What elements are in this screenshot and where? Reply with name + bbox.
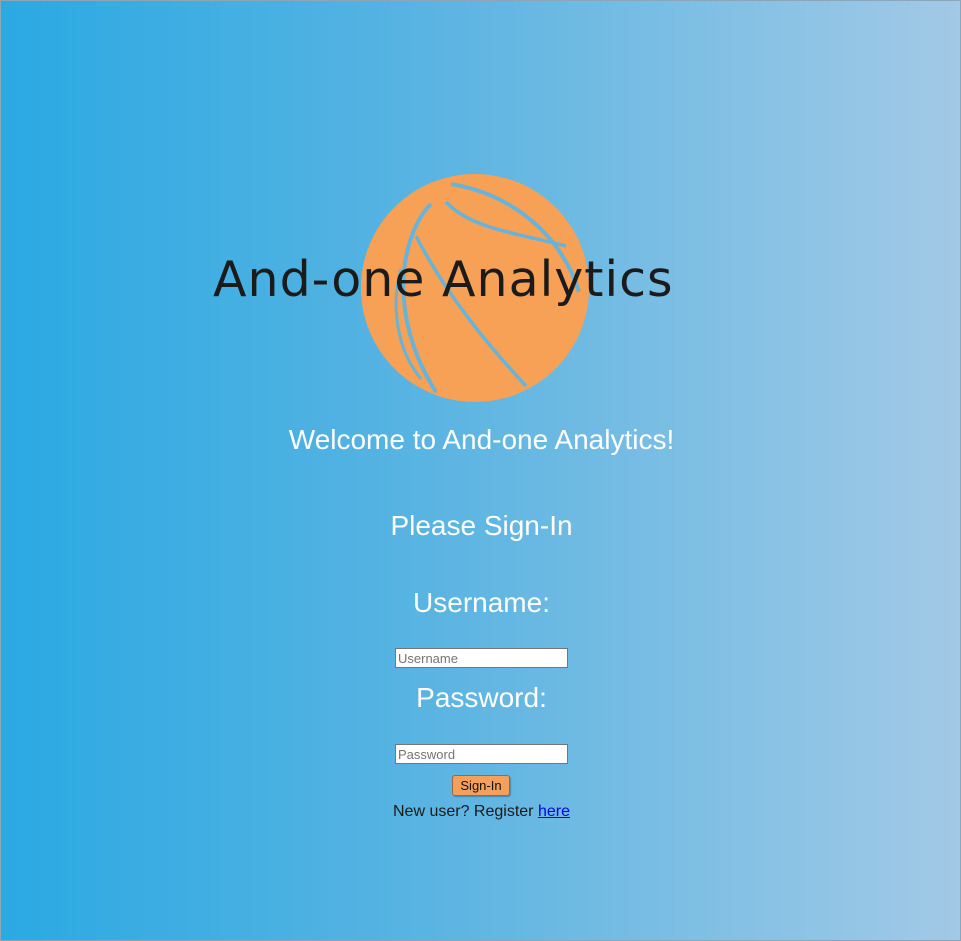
brand-logo: And-one Analytics: [206, 171, 756, 406]
username-label: Username:: [413, 587, 550, 618]
brand-name: And-one Analytics: [213, 251, 674, 308]
register-text: New user? Register: [393, 803, 534, 820]
password-label: Password:: [416, 682, 547, 713]
welcome-heading: Welcome to And-one Analytics!: [288, 424, 675, 455]
sign-in-heading: Please Sign-In: [390, 510, 573, 541]
username-input[interactable]: [395, 648, 568, 668]
password-input[interactable]: [395, 744, 568, 764]
register-prompt: New user? Register here: [1, 803, 961, 821]
sign-in-button[interactable]: Sign-In: [452, 775, 510, 796]
register-link[interactable]: here: [538, 803, 570, 820]
login-page: { "logo": { "text": "And-one Analytics",…: [0, 0, 961, 941]
